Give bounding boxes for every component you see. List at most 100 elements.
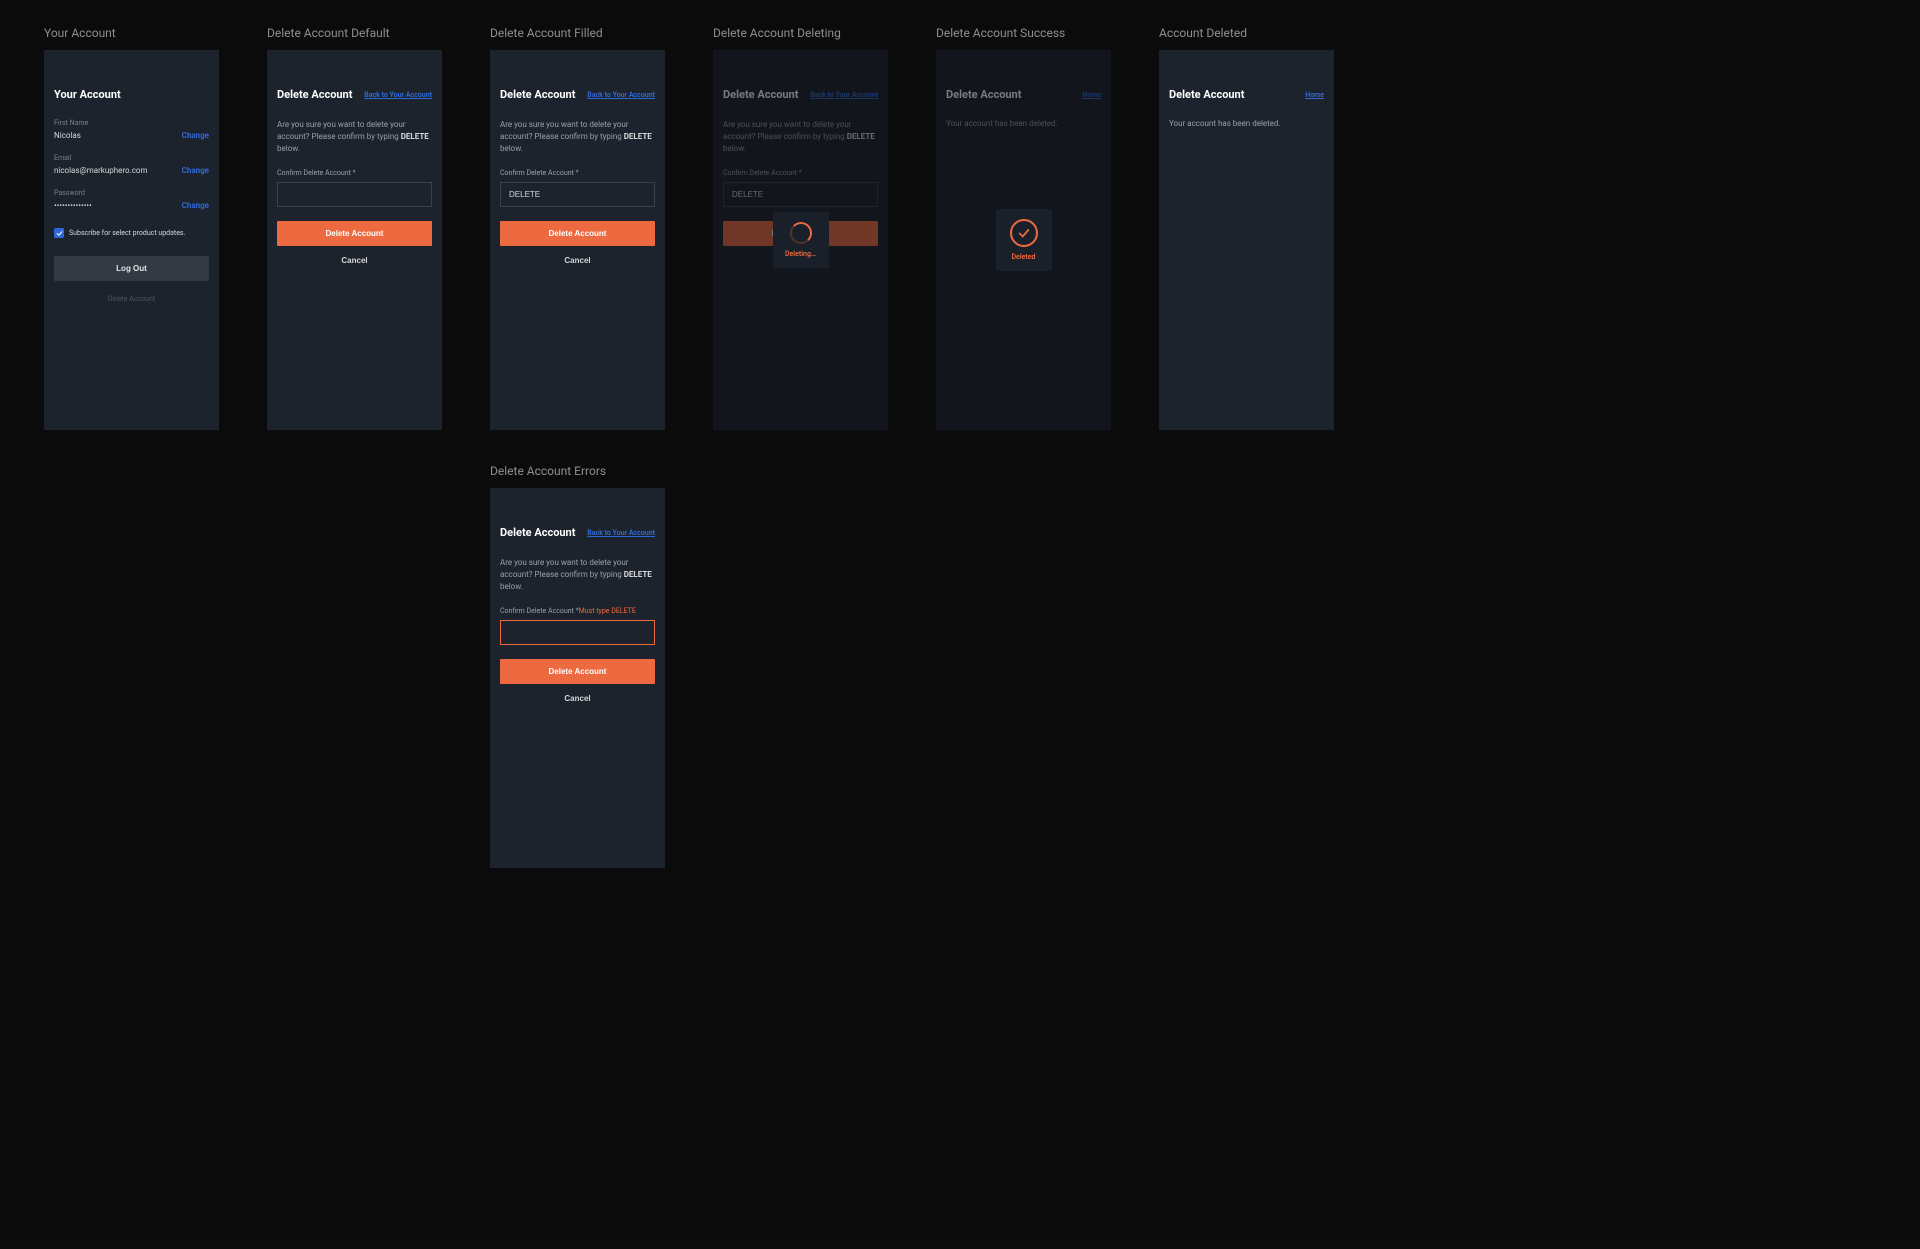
- deleting-label: Deleting…: [785, 250, 816, 258]
- deleted-modal: Deleted: [996, 209, 1052, 271]
- panel-delete-errors: Delete Account Back to Your Account Are …: [490, 488, 665, 868]
- prompt-pre: Are you sure you want to delete your acc…: [500, 558, 629, 579]
- field-password: Password •••••••••••••• Change: [54, 189, 209, 210]
- frame-delete-filled: Delete Account Filled Delete Account Bac…: [490, 26, 665, 430]
- delete-prompt: Are you sure you want to delete your acc…: [723, 119, 878, 155]
- prompt-post: below.: [277, 144, 300, 153]
- confirm-delete-input[interactable]: [500, 182, 655, 207]
- frame-delete-deleting: Delete Account Deleting Delete Account B…: [713, 26, 888, 430]
- cancel-button[interactable]: Cancel: [500, 684, 655, 713]
- panel-delete-default: Delete Account Back to Your Account Are …: [267, 50, 442, 430]
- frame-account-deleted: Account Deleted Delete Account Home Your…: [1159, 26, 1334, 430]
- frame-label: Your Account: [44, 26, 219, 40]
- delete-prompt: Are you sure you want to delete your acc…: [500, 557, 655, 593]
- home-link[interactable]: Home: [1082, 91, 1101, 99]
- cancel-button[interactable]: Cancel: [500, 246, 655, 275]
- frame-label: Delete Account Default: [267, 26, 442, 40]
- prompt-post: below.: [723, 144, 746, 153]
- page-title: Delete Account: [946, 88, 1021, 101]
- first-name-label: First Name: [54, 119, 209, 127]
- first-name-value: Nicolas: [54, 131, 81, 140]
- panel-delete-filled: Delete Account Back to Your Account Are …: [490, 50, 665, 430]
- panel-header: Delete Account Back to Your Account: [500, 88, 655, 101]
- delete-account-button[interactable]: Delete Account: [500, 221, 655, 246]
- frame-label: Delete Account Deleting: [713, 26, 888, 40]
- deleted-text: Your account has been deleted.: [1169, 119, 1324, 128]
- email-label: Email: [54, 154, 209, 162]
- subscribe-row: Subscribe for select product updates.: [54, 228, 209, 238]
- subscribe-label: Subscribe for select product updates.: [69, 229, 185, 237]
- panel-delete-success: Delete Account Home Your account has bee…: [936, 50, 1111, 430]
- prompt-pre: Are you sure you want to delete your acc…: [500, 120, 629, 141]
- page-title: Delete Account: [500, 526, 575, 539]
- prompt-pre: Are you sure you want to delete your acc…: [277, 120, 406, 141]
- frame-label: Delete Account Errors: [490, 464, 665, 478]
- check-icon: [56, 230, 63, 237]
- confirm-label-base: Confirm Delete Account *: [500, 607, 579, 615]
- prompt-keyword: DELETE: [624, 132, 652, 141]
- change-email-link[interactable]: Change: [182, 166, 209, 175]
- logout-button[interactable]: Log Out: [54, 256, 209, 281]
- password-value: ••••••••••••••: [54, 201, 92, 210]
- prompt-keyword: DELETE: [847, 132, 875, 141]
- back-link[interactable]: Back to Your Account: [364, 91, 432, 99]
- email-row: nicolas@markuphero.com Change: [54, 166, 209, 175]
- spinner-icon: [790, 222, 812, 244]
- panel-delete-deleting: Delete Account Back to Your Account Are …: [713, 50, 888, 430]
- panel-header: Delete Account Back to Your Account: [277, 88, 432, 101]
- panel-header: Your Account: [54, 88, 209, 101]
- field-first-name: First Name Nicolas Change: [54, 119, 209, 140]
- confirm-label: Confirm Delete Account *: [277, 169, 432, 177]
- frame-label: Delete Account Filled: [490, 26, 665, 40]
- panel-your-account: Your Account First Name Nicolas Change E…: [44, 50, 219, 430]
- deleted-label: Deleted: [1012, 253, 1036, 261]
- back-link[interactable]: Back to Your Account: [587, 529, 655, 537]
- back-link[interactable]: Back to Your Account: [810, 91, 878, 99]
- home-link[interactable]: Home: [1305, 91, 1324, 99]
- frame-your-account: Your Account Your Account First Name Nic…: [44, 26, 219, 430]
- confirm-delete-input[interactable]: [723, 182, 878, 207]
- delete-prompt: Are you sure you want to delete your acc…: [277, 119, 432, 155]
- prompt-post: below.: [500, 582, 523, 591]
- page-title: Your Account: [54, 88, 121, 101]
- panel-header: Delete Account Home: [1169, 88, 1324, 101]
- change-first-name-link[interactable]: Change: [182, 131, 209, 140]
- frame-delete-default: Delete Account Default Delete Account Ba…: [267, 26, 442, 430]
- cancel-button[interactable]: Cancel: [277, 246, 432, 275]
- first-name-row: Nicolas Change: [54, 131, 209, 140]
- frame-delete-errors: Delete Account Errors Delete Account Bac…: [490, 464, 665, 868]
- confirm-delete-input[interactable]: [500, 620, 655, 645]
- subscribe-checkbox[interactable]: [54, 228, 64, 238]
- page-title: Delete Account: [277, 88, 352, 101]
- prompt-post: below.: [500, 144, 523, 153]
- confirm-label: Confirm Delete Account *: [500, 169, 655, 177]
- prompt-pre: Are you sure you want to delete your acc…: [723, 120, 852, 141]
- delete-account-link[interactable]: Delete Account: [54, 295, 209, 303]
- frame-delete-success: Delete Account Success Delete Account Ho…: [936, 26, 1111, 430]
- confirm-delete-input[interactable]: [277, 182, 432, 207]
- confirm-label-error: Confirm Delete Account *Must type DELETE: [500, 607, 655, 615]
- back-link[interactable]: Back to Your Account: [587, 91, 655, 99]
- delete-account-button[interactable]: Delete Account: [500, 659, 655, 684]
- change-password-link[interactable]: Change: [182, 201, 209, 210]
- frame-label: Account Deleted: [1159, 26, 1334, 40]
- email-value: nicolas@markuphero.com: [54, 166, 147, 175]
- error-message: Must type DELETE: [579, 607, 636, 615]
- prompt-keyword: DELETE: [401, 132, 429, 141]
- delete-account-button[interactable]: Delete Account: [277, 221, 432, 246]
- panel-header: Delete Account Home: [946, 88, 1101, 101]
- password-row: •••••••••••••• Change: [54, 201, 209, 210]
- panel-header: Delete Account Back to Your Account: [500, 526, 655, 539]
- success-text: Your account has been deleted.: [946, 119, 1101, 128]
- deleting-modal: Deleting…: [773, 212, 829, 268]
- frame-label: Delete Account Success: [936, 26, 1111, 40]
- check-circle-icon: [1010, 219, 1038, 247]
- panel-account-deleted: Delete Account Home Your account has bee…: [1159, 50, 1334, 430]
- panel-header: Delete Account Back to Your Account: [723, 88, 878, 101]
- page-title: Delete Account: [723, 88, 798, 101]
- field-email: Email nicolas@markuphero.com Change: [54, 154, 209, 175]
- prompt-keyword: DELETE: [624, 570, 652, 579]
- row-1: Your Account Your Account First Name Nic…: [44, 26, 1876, 430]
- row-2: Delete Account Errors Delete Account Bac…: [44, 464, 1876, 868]
- page-title: Delete Account: [500, 88, 575, 101]
